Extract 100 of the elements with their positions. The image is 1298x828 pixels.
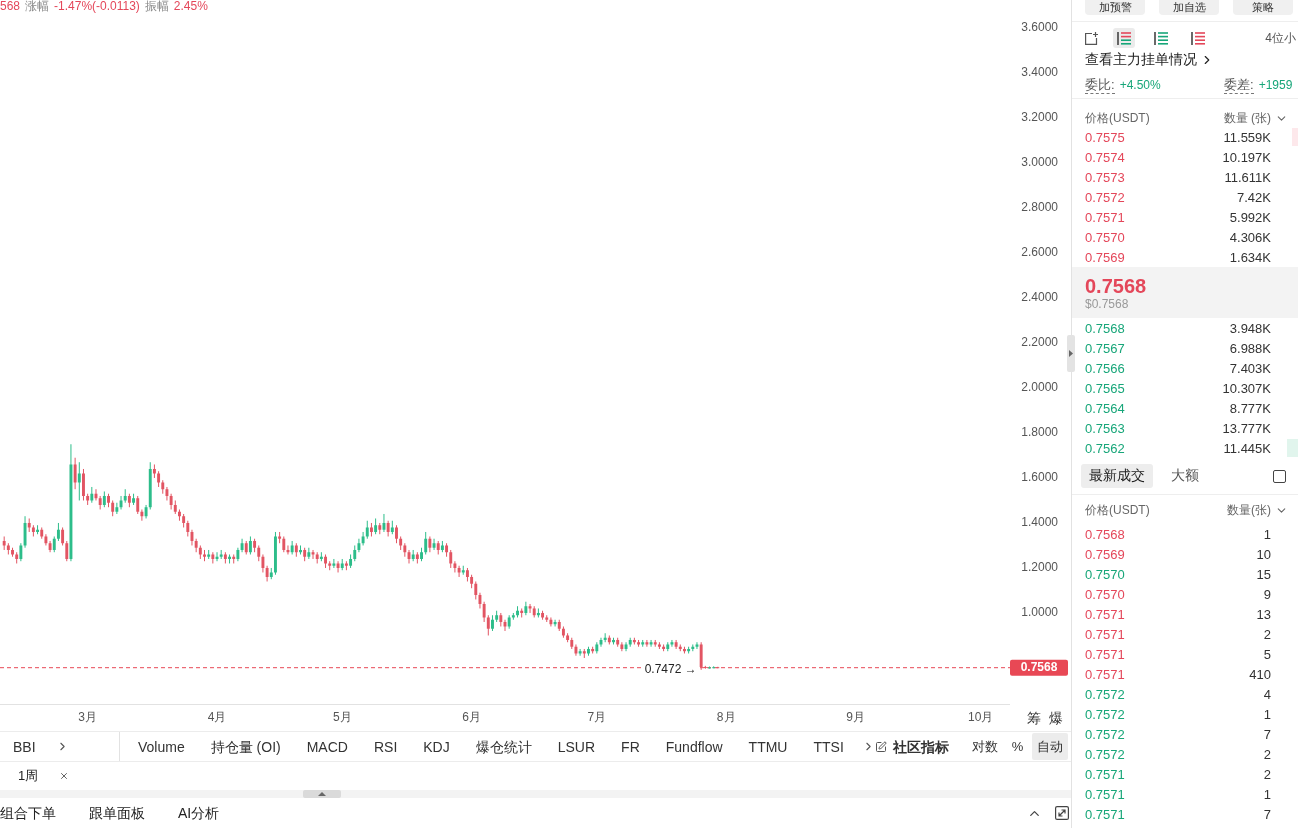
scale-toggle[interactable]: % (1006, 733, 1029, 760)
x-axis-label: 3月 (78, 710, 97, 725)
trades-tab[interactable]: 最新成交 (1081, 464, 1153, 488)
indicator-tab[interactable]: Volume (138, 737, 185, 756)
interval-tab[interactable]: 1周 (18, 767, 70, 785)
indicator-tab[interactable]: KDJ (423, 737, 450, 756)
trade-price: 0.7571 (1085, 606, 1125, 622)
y-axis-label: 2.4000 (1021, 290, 1058, 305)
order-price: 0.7563 (1085, 420, 1125, 436)
amplitude-value: 2.45% (173, 0, 208, 13)
action-button[interactable]: 加自选 (1159, 0, 1219, 15)
last-price: 0.7568 (1085, 275, 1147, 297)
indicator-tab[interactable]: BBI (13, 737, 36, 756)
x-axis-label: 9月 (846, 710, 865, 725)
order-amount: 10.307K (1222, 380, 1271, 396)
trades-tab[interactable]: 大额 (1163, 464, 1207, 488)
scale-toggle[interactable]: 对数 (966, 733, 1003, 760)
order-price: 0.7564 (1085, 400, 1125, 416)
panel-tab[interactable]: 跟单面板 (89, 804, 145, 822)
indicator-tab[interactable]: Fundflow (665, 737, 723, 756)
trade-price: 0.7571 (1085, 806, 1125, 822)
order-amount: 10.197K (1222, 149, 1271, 165)
trade-amount: 15 (1256, 566, 1271, 582)
main-orders-link[interactable]: 查看主力挂单情况 (1085, 51, 1214, 69)
indicator-tab[interactable]: MACD (306, 737, 348, 756)
trade-amount: 2 (1263, 766, 1271, 782)
order-price: 0.7565 (1085, 380, 1125, 396)
x-axis-label: 10月 (968, 710, 994, 725)
trade-price: 0.7570 (1085, 586, 1125, 602)
trade-amount: 1 (1263, 526, 1271, 542)
trade-price: 0.7570 (1085, 566, 1125, 582)
panel-tab[interactable]: 组合下单 (0, 804, 56, 822)
y-axis-label: 2.6000 (1021, 245, 1058, 260)
x-axis-label: 5月 (332, 710, 352, 725)
order-amount: 7.403K (1229, 360, 1271, 376)
edit-icon[interactable] (874, 740, 887, 753)
community-indicators-link[interactable]: 社区指标 (892, 737, 949, 756)
trade-price: 0.7571 (1085, 766, 1125, 782)
order-price: 0.7562 (1085, 440, 1125, 456)
trade-amount: 1 (1263, 706, 1271, 722)
order-price: 0.7574 (1085, 149, 1125, 165)
change-value: -1.47%(-0.0113) (54, 0, 140, 13)
expand-button[interactable] (1055, 806, 1069, 820)
trade-amount: 10 (1256, 546, 1271, 562)
order-amount: 1.634K (1229, 249, 1271, 265)
list-icon (1154, 31, 1168, 45)
y-axis-label: 1.0000 (1021, 605, 1058, 620)
trade-amount: 4 (1263, 686, 1271, 702)
checkbox[interactable] (1273, 469, 1286, 483)
y-axis-label: 2.8000 (1021, 200, 1058, 215)
order-price: 0.7568 (1085, 320, 1125, 336)
order-price: 0.7566 (1085, 360, 1125, 376)
price-tag: 0.7568 (1010, 659, 1068, 676)
y-axis-label: 3.4000 (1021, 65, 1058, 80)
indicator-tab[interactable]: RSI (373, 737, 398, 756)
trade-amount: 5 (1263, 646, 1271, 662)
collapse-handle[interactable] (1067, 335, 1075, 372)
indicator-tab[interactable]: TTSI (813, 737, 844, 756)
axis-toggle[interactable]: 筹 (1027, 709, 1041, 727)
caret-up-icon (318, 792, 326, 796)
view-mode-tab[interactable] (1113, 28, 1135, 48)
trade-amount: 2 (1263, 746, 1271, 762)
square-plus-icon[interactable] (1085, 31, 1098, 45)
order-price: 0.7572 (1085, 189, 1125, 205)
trade-price: 0.7571 (1085, 626, 1125, 642)
trade-amount: 1 (1263, 786, 1271, 802)
amplitude-label: 振幅 (144, 0, 169, 13)
y-axis-label: 1.4000 (1021, 515, 1058, 530)
trade-price: 0.7572 (1085, 706, 1125, 722)
panel-tab[interactable]: AI分析 (178, 804, 220, 822)
trade-price: 0.7569 (1085, 546, 1125, 562)
y-axis-label: 1.6000 (1021, 470, 1058, 485)
scale-toggle[interactable]: 自动 (1032, 733, 1069, 760)
action-button[interactable]: 加预警 (1085, 0, 1145, 15)
decimal-selector[interactable]: 4位小 (1265, 29, 1296, 47)
trade-amount: 13 (1256, 606, 1271, 622)
indicator-tab[interactable]: LSUR (557, 737, 596, 756)
trade-amount: 410 (1249, 666, 1271, 682)
trade-price: 0.7571 (1085, 646, 1125, 662)
x-axis-label: 8月 (716, 710, 736, 725)
x-axis-label: 4月 (207, 710, 227, 725)
ratio-value: +4.50% (1119, 78, 1161, 92)
change-label: 涨幅 (25, 0, 50, 13)
column-header: 数量(张) (1227, 502, 1271, 519)
indicator-tab[interactable]: 爆仓统计 (475, 737, 532, 756)
resize-handle[interactable] (303, 790, 341, 798)
trade-amount: 9 (1263, 586, 1271, 602)
order-amount: 8.777K (1229, 400, 1271, 416)
ratio-label: 委比: (1085, 76, 1115, 94)
axis-toggle[interactable]: 爆 (1049, 709, 1063, 727)
trade-amount: 7 (1263, 806, 1271, 822)
close-icon[interactable] (59, 771, 70, 781)
indicator-tab[interactable]: 持仓量 (OI) (210, 737, 281, 756)
action-button[interactable]: 策略 (1233, 0, 1293, 15)
trade-price: 0.7571 (1085, 666, 1125, 682)
y-axis-label: 1.8000 (1021, 425, 1058, 440)
indicator-tab[interactable]: TTMU (748, 737, 788, 756)
indicator-tab[interactable]: FR (621, 737, 640, 756)
x-axis-label: 7月 (587, 710, 607, 725)
expand-icon (1055, 806, 1069, 820)
